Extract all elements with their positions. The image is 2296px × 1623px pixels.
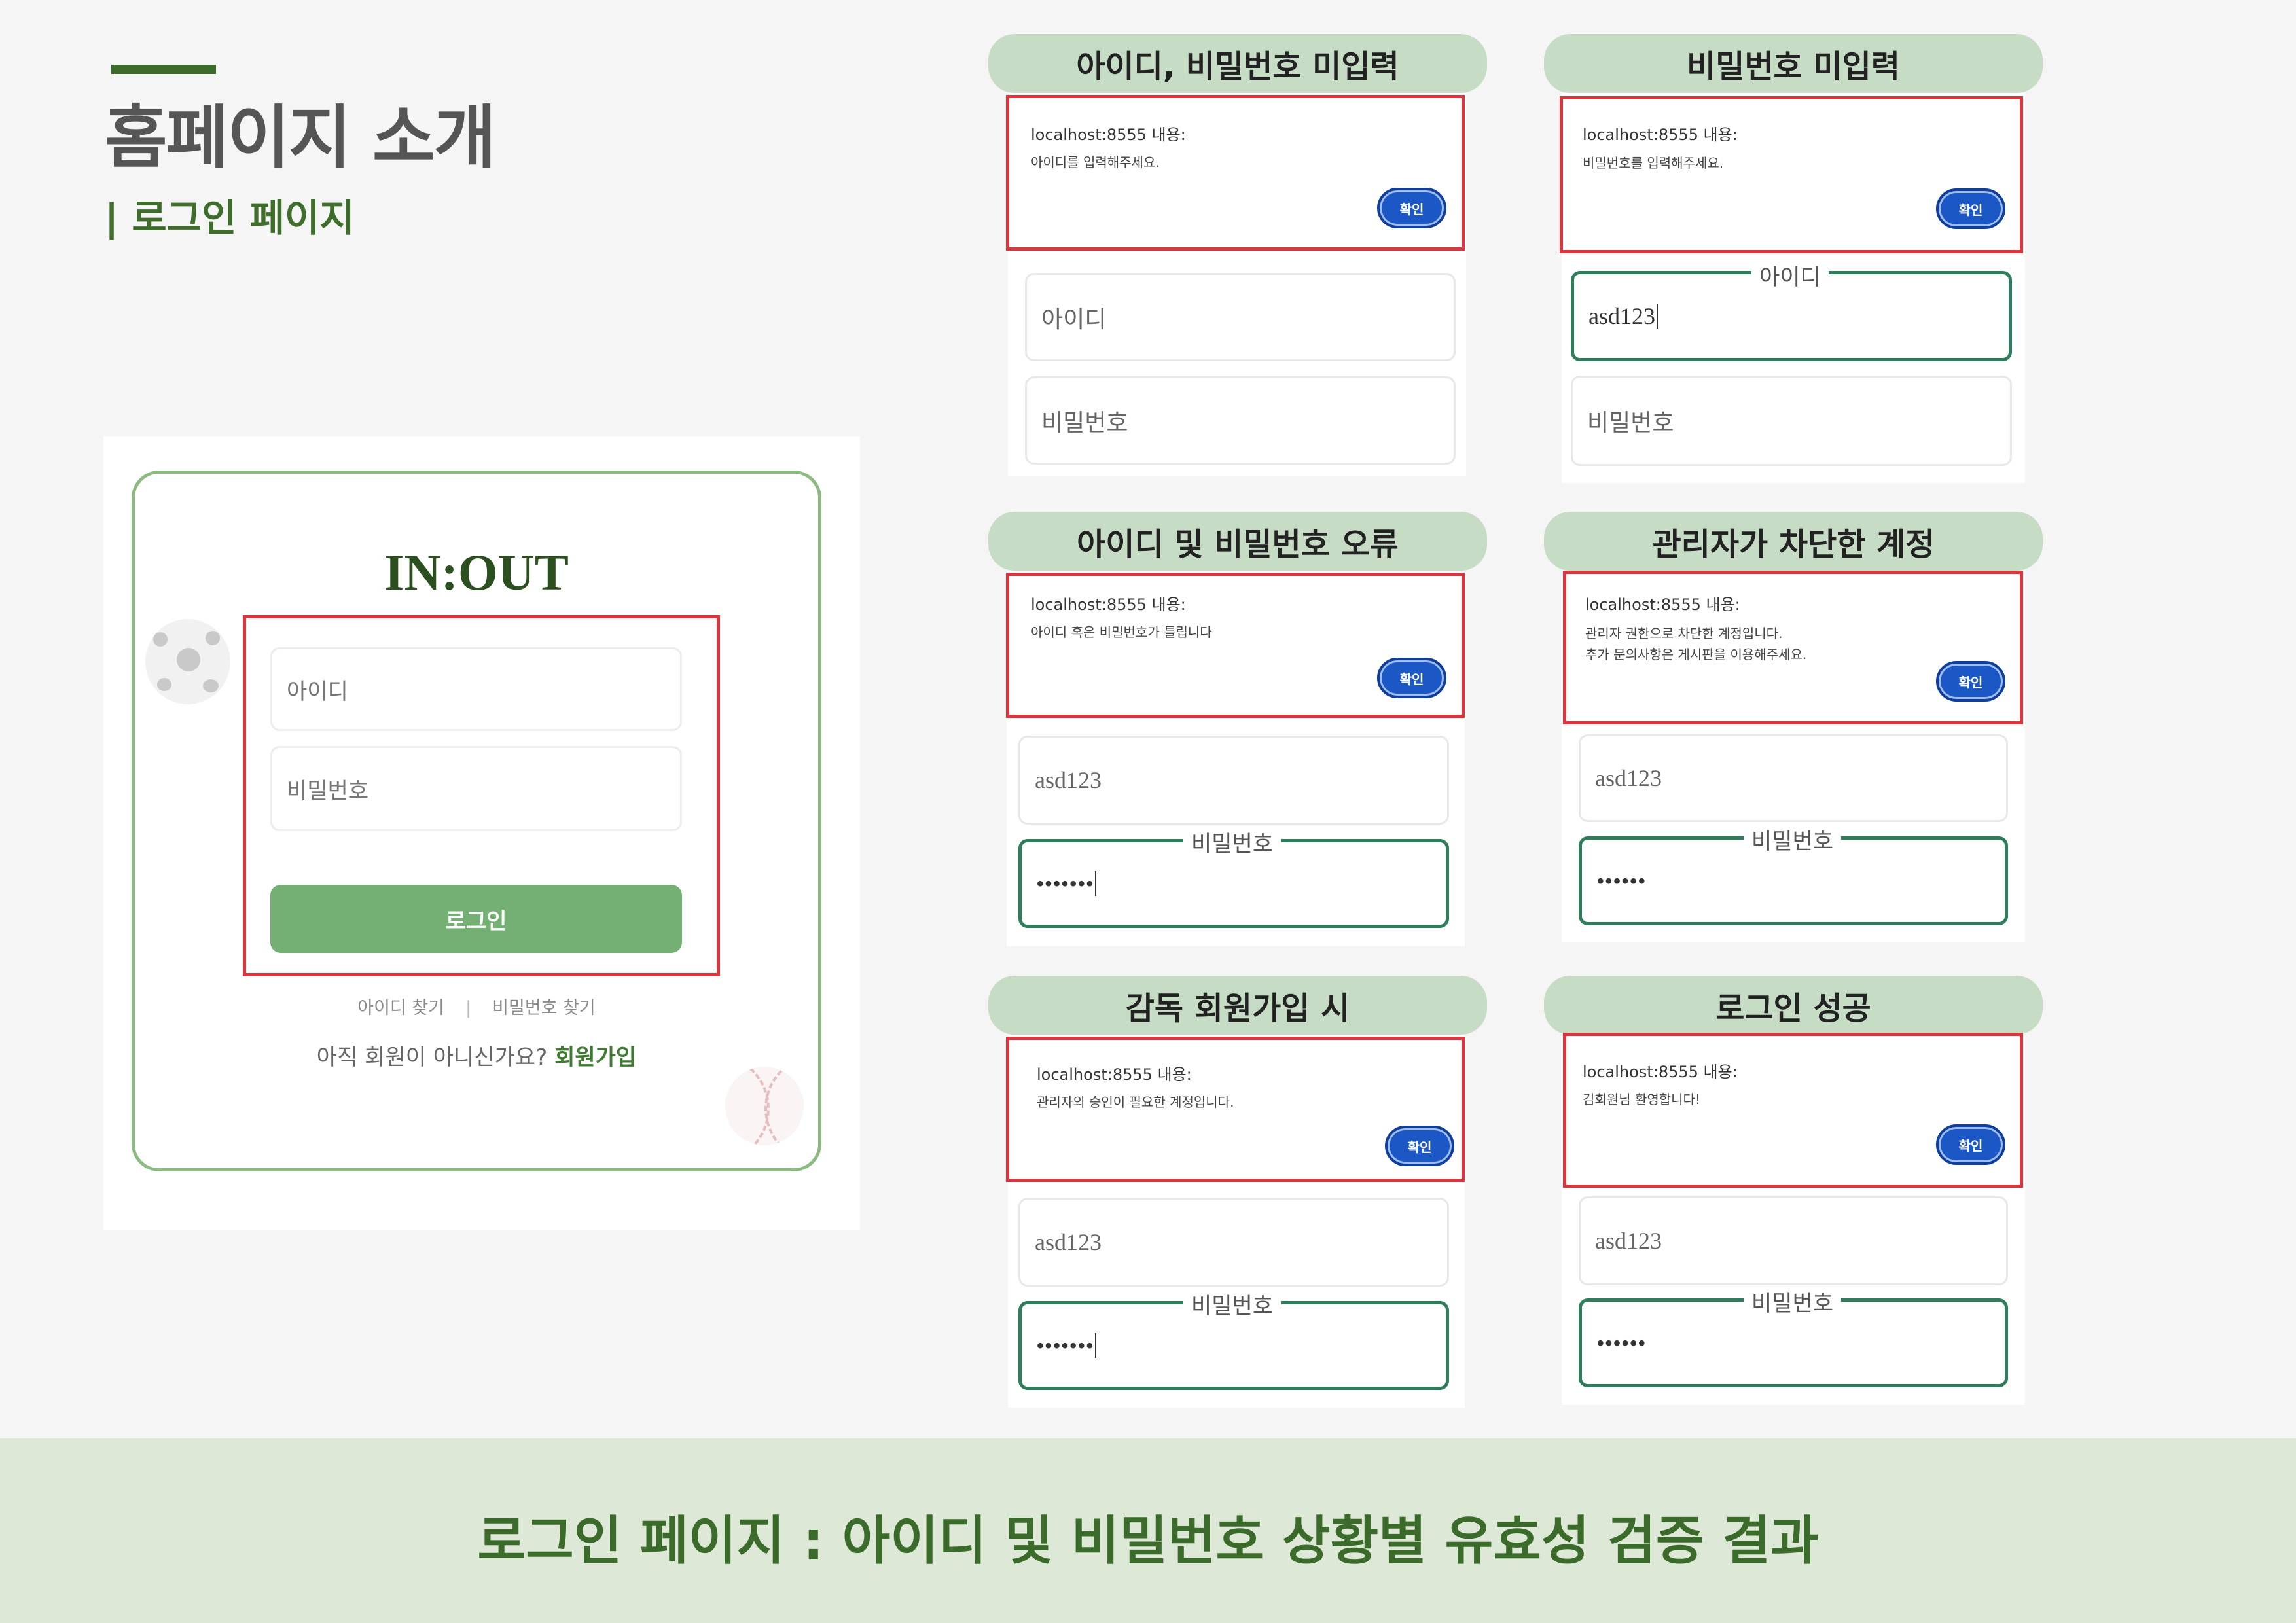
alert-host: localhost:8555 내용: [1031, 126, 1186, 144]
alert-host: localhost:8555 내용: [1583, 1063, 1738, 1081]
soccer-ball-icon [145, 619, 230, 704]
alert-ok-button[interactable]: 확인 [1936, 188, 2005, 229]
id-input-value: asd123 [1588, 303, 1655, 329]
alert-host: localhost:8555 내용: [1031, 596, 1186, 614]
scenario-title: 아이디, 비밀번호 미입력 [988, 34, 1487, 93]
password-input-value: ••••••• [1036, 870, 1094, 897]
password-input[interactable]: 비밀번호 [270, 746, 682, 831]
floating-label: 비밀번호 [1183, 826, 1282, 858]
baseball-icon [725, 1067, 804, 1145]
find-id-link[interactable]: 아이디 찾기 [357, 998, 444, 1018]
link-separator: | [465, 998, 472, 1018]
alert-ok-button[interactable]: 확인 [1385, 1126, 1454, 1166]
alert-ok-button[interactable]: 확인 [1936, 1124, 2005, 1165]
page-title: 홈페이지 소개 [105, 98, 496, 177]
floating-label: 비밀번호 [1744, 1285, 1842, 1317]
text-caret [1657, 304, 1658, 329]
alert-message: 아이디 혹은 비밀번호가 틀립니다 [1031, 624, 1212, 640]
floating-label: 비밀번호 [1183, 1288, 1282, 1320]
inout-logo: IN:OUT [384, 544, 569, 601]
password-input[interactable]: 비밀번호 [1025, 376, 1456, 465]
alert-ok-button[interactable]: 확인 [1377, 658, 1446, 698]
text-caret [1095, 1333, 1097, 1358]
id-input[interactable]: asd123 [1018, 736, 1449, 825]
id-input[interactable]: asd123 [1018, 1198, 1449, 1287]
floating-label: 아이디 [1751, 259, 1829, 291]
id-input[interactable]: asd123 [1579, 1196, 2008, 1285]
alert-message: 비밀번호를 입력해주세요. [1583, 155, 1724, 171]
scenario-title: 로그인 성공 [1544, 976, 2043, 1035]
find-links: 아이디 찾기 | 비밀번호 찾기 [132, 993, 821, 1019]
password-input-value: •••••• [1596, 868, 1646, 894]
find-password-link[interactable]: 비밀번호 찾기 [492, 998, 596, 1018]
password-input-value: •••••• [1596, 1330, 1646, 1356]
logo-container: IN:OUT [132, 0, 821, 601]
password-input[interactable]: 비밀번호 [1571, 376, 2012, 466]
alert-message: 관리자의 승인이 필요한 계정입니다. [1037, 1094, 1234, 1110]
alert-message: 아이디를 입력해주세요. [1031, 154, 1160, 170]
title-accent-bar [111, 65, 216, 74]
signup-link[interactable]: 회원가입 [554, 1044, 636, 1071]
signup-prompt: 아직 회원이 아니신가요? [316, 1044, 548, 1071]
id-input[interactable]: 아이디 [270, 647, 682, 731]
alert-host: localhost:8555 내용: [1583, 126, 1738, 144]
signup-line: 아직 회원이 아니신가요? 회원가입 [132, 1039, 821, 1071]
page-subtitle: | 로그인 페이지 [105, 196, 355, 240]
text-caret [1095, 871, 1097, 896]
alert-message: 김회원님 환영합니다! [1583, 1092, 1700, 1107]
alert-message: 관리자 권한으로 차단한 계정입니다. [1585, 626, 1783, 641]
login-button[interactable]: 로그인 [270, 885, 682, 953]
password-input-value: ••••••• [1036, 1332, 1094, 1359]
scenario-title: 아이디 및 비밀번호 오류 [988, 512, 1487, 571]
scenario-title: 비밀번호 미입력 [1544, 34, 2043, 93]
footer-banner-text: 로그인 페이지 : 아이디 및 비밀번호 상황별 유효성 검증 결과 [477, 1510, 1819, 1571]
alert-ok-button[interactable]: 확인 [1377, 188, 1446, 228]
floating-label: 비밀번호 [1744, 823, 1842, 855]
alert-message-line2: 추가 문의사항은 게시판을 이용해주세요. [1585, 647, 1807, 662]
alert-dialog [1560, 96, 2023, 253]
scenario-title: 관리자가 차단한 계정 [1544, 512, 2043, 571]
id-input[interactable]: 아이디 [1025, 273, 1456, 361]
scenario-title: 감독 회원가입 시 [988, 976, 1487, 1035]
alert-ok-button[interactable]: 확인 [1936, 661, 2005, 702]
id-input[interactable]: asd123 [1579, 734, 2008, 822]
alert-host: localhost:8555 내용: [1585, 596, 1740, 614]
alert-host: localhost:8555 내용: [1037, 1065, 1192, 1084]
